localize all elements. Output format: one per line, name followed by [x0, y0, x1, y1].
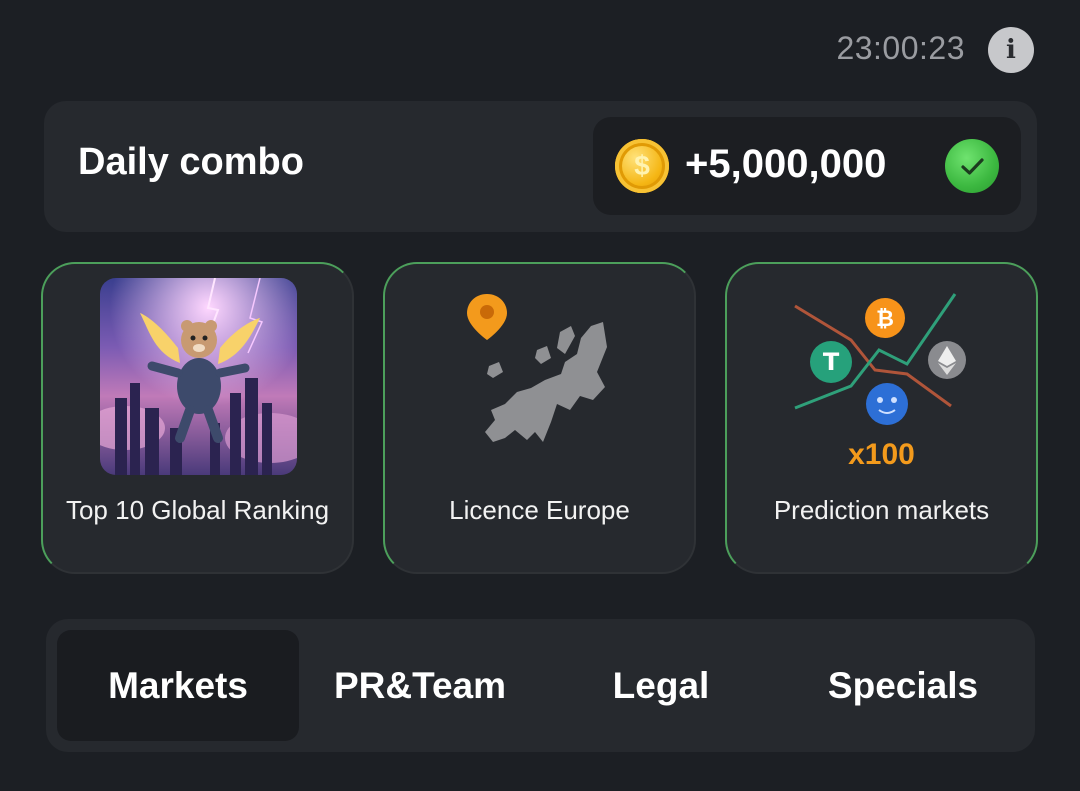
coin-icon: $: [615, 139, 669, 193]
check-icon: [945, 139, 999, 193]
combo-reward: $ +5,000,000: [593, 117, 1021, 215]
daily-combo-panel: Daily combo $ +5,000,000: [44, 101, 1037, 232]
daily-combo-title: Daily combo: [78, 141, 304, 183]
info-icon[interactable]: i: [988, 27, 1034, 73]
tab-specials[interactable]: Specials: [782, 630, 1024, 741]
europe-map-pin-image: [465, 292, 615, 452]
svg-text:₿: ₿: [876, 307, 894, 332]
tab-legal[interactable]: Legal: [540, 630, 782, 741]
card-label: Licence Europe: [449, 495, 630, 525]
tab-markets[interactable]: Markets: [57, 630, 299, 741]
card-licence-europe[interactable]: Licence Europe: [383, 262, 696, 574]
card-prediction-markets[interactable]: ₿ T x100 Prediction markets: [725, 262, 1038, 574]
card-label: Prediction markets: [773, 495, 990, 525]
multiplier-badge: x100: [848, 438, 915, 471]
countdown-timer: 23:00:23: [836, 30, 965, 66]
tab-pr-team[interactable]: PR&Team: [299, 630, 541, 741]
hamster-astronaut-image: [100, 278, 297, 475]
reward-amount: +5,000,000: [685, 142, 887, 186]
card-label: Top 10 Global Ranking: [65, 495, 330, 525]
svg-text:T: T: [823, 348, 840, 376]
category-tabs: Markets PR&Team Legal Specials: [46, 619, 1035, 752]
card-top-10-global-ranking[interactable]: Top 10 Global Ranking: [41, 262, 354, 574]
